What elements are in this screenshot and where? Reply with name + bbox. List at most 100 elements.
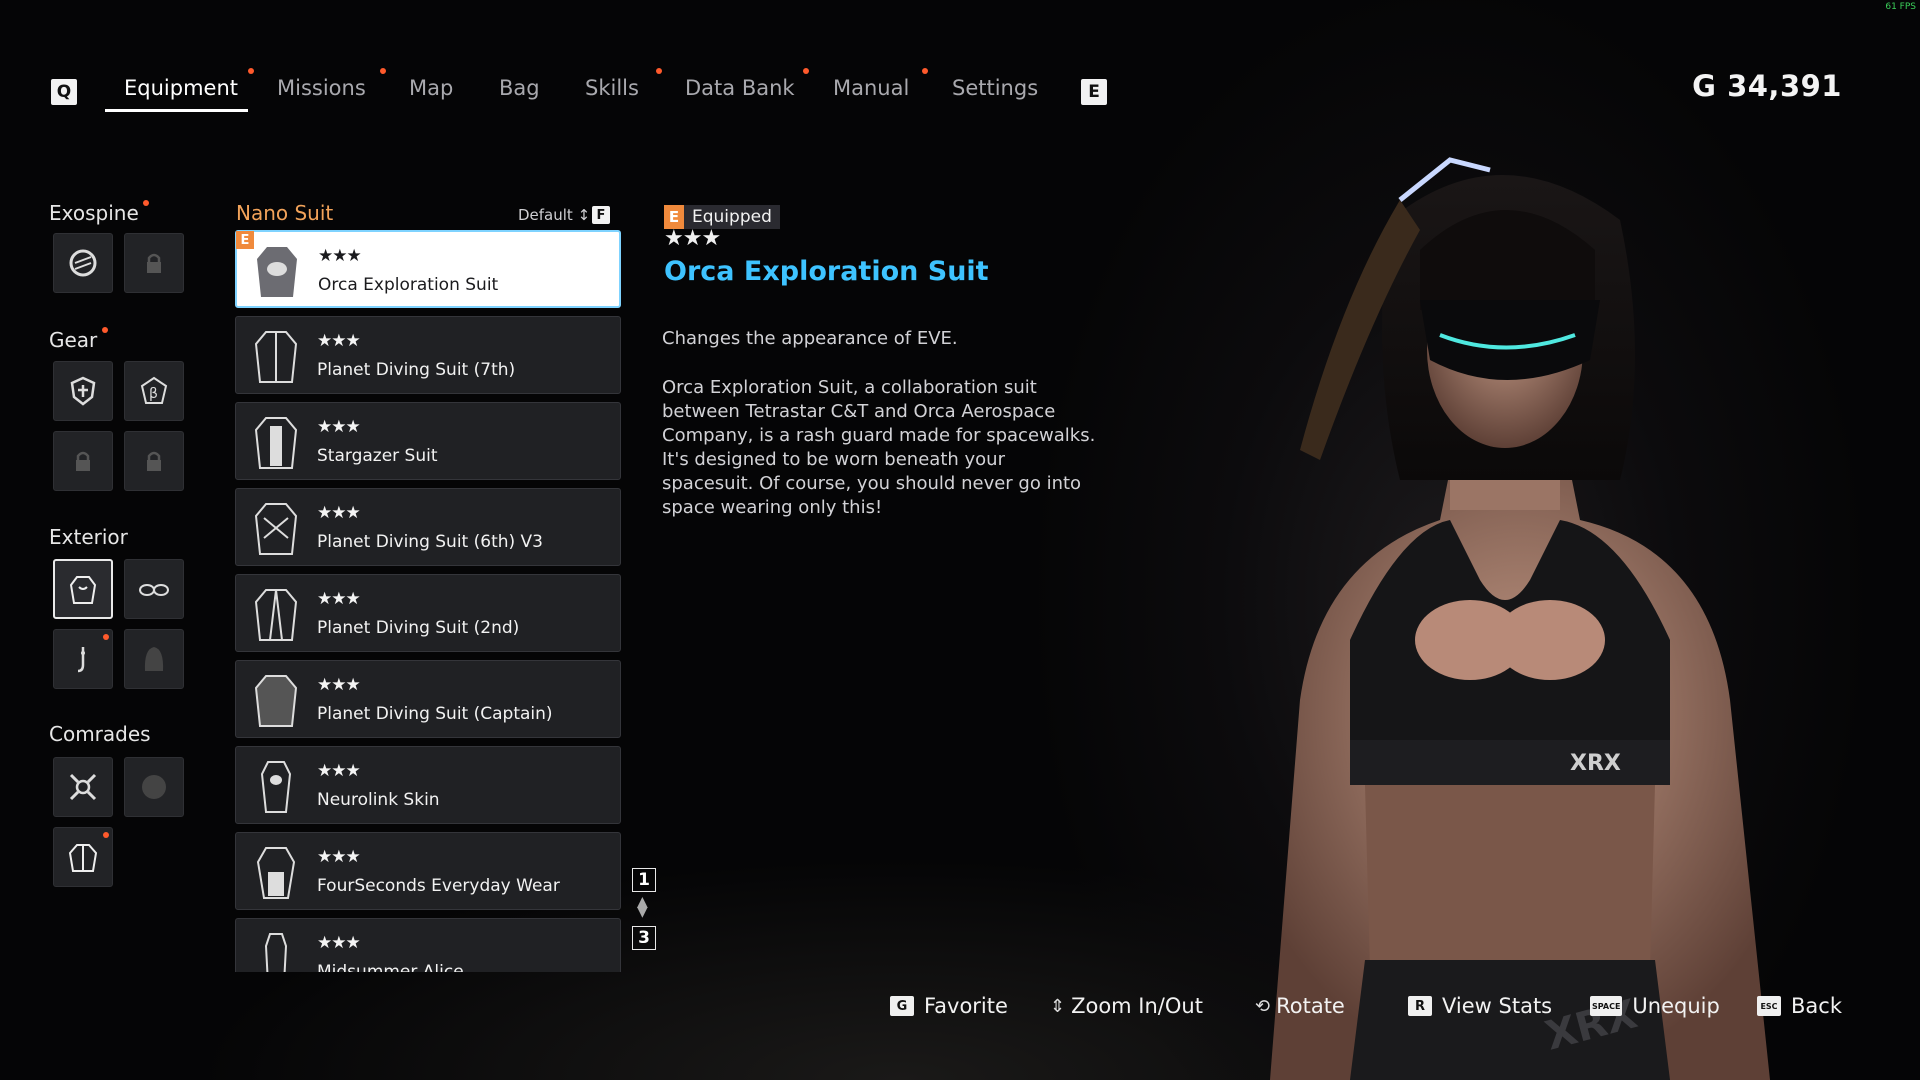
- rarity-stars: ★★★: [317, 503, 361, 523]
- list-title: Nano Suit: [236, 201, 334, 225]
- section-title-exospine: Exospine: [49, 201, 139, 225]
- tab-map[interactable]: Map: [409, 76, 453, 100]
- lock-icon: [76, 451, 90, 471]
- rotate-label: Rotate: [1276, 994, 1345, 1018]
- list-item[interactable]: E ★★★ Orca Exploration Suit: [235, 230, 621, 308]
- fps-counter: 61 FPS: [1885, 2, 1916, 12]
- list-item[interactable]: ★★★ Planet Diving Suit (2nd): [235, 574, 621, 652]
- gear-slot-1[interactable]: [53, 361, 113, 421]
- equipped-label: Equipped: [692, 207, 772, 227]
- zoom-hint[interactable]: ⇕ Zoom In/Out: [1050, 994, 1203, 1018]
- list-item[interactable]: ★★★ Midsummer Alice: [235, 918, 621, 972]
- rarity-stars: ★★★: [318, 246, 362, 266]
- exterior-slot-glasses[interactable]: [124, 559, 184, 619]
- sort-key[interactable]: F: [592, 206, 610, 224]
- list-item[interactable]: ★★★ Stargazer Suit: [235, 402, 621, 480]
- detail-effect: Changes the appearance of EVE.: [662, 328, 958, 349]
- rarity-stars: ★★★: [317, 417, 361, 437]
- zoom-label: Zoom In/Out: [1071, 994, 1203, 1018]
- notification-dot: [103, 832, 109, 838]
- suit-thumbnail-icon: [254, 589, 298, 641]
- tab-manual[interactable]: Manual: [833, 76, 909, 100]
- svg-text:β: β: [149, 386, 158, 402]
- notification-dot: [102, 327, 108, 333]
- tab-equipment[interactable]: Equipment: [124, 76, 238, 100]
- notification-dot: [380, 68, 386, 74]
- list-item[interactable]: ★★★ Planet Diving Suit (6th) V3: [235, 488, 621, 566]
- tab-missions[interactable]: Missions: [277, 76, 366, 100]
- rarity-stars: ★★★: [317, 331, 361, 351]
- suit-name: Midsummer Alice: [317, 962, 464, 972]
- unequip-label: Unequip: [1632, 994, 1720, 1018]
- suit-name: Planet Diving Suit (2nd): [317, 618, 520, 638]
- jacket-icon: [68, 844, 98, 872]
- sort-label: Default: [518, 206, 573, 224]
- currency-display: G 34,391: [1692, 69, 1842, 103]
- page-up-key[interactable]: 1: [632, 868, 656, 892]
- section-title-exterior: Exterior: [49, 525, 128, 549]
- exterior-slot-suit[interactable]: [53, 559, 113, 619]
- tab-settings[interactable]: Settings: [952, 76, 1038, 100]
- scroll-arrows-icon: ▲ ▼: [637, 894, 648, 920]
- tab-data-bank[interactable]: Data Bank: [685, 76, 795, 100]
- tab-skills[interactable]: Skills: [585, 76, 639, 100]
- nano-suit-list[interactable]: E ★★★ Orca Exploration Suit ★★★ Planet D…: [235, 230, 621, 972]
- view-stats-key: R: [1408, 996, 1432, 1016]
- mouse-scroll-icon: ⇕: [1050, 995, 1066, 1017]
- gear-slot-locked: [124, 431, 184, 491]
- rarity-stars: ★★★: [317, 933, 361, 953]
- suit-icon: [69, 576, 97, 604]
- favorite-label: Favorite: [924, 994, 1008, 1018]
- comrade-slot-2[interactable]: [124, 757, 184, 817]
- rotate-hint[interactable]: ⟲ Rotate: [1255, 994, 1345, 1018]
- exospine-icon: [69, 249, 97, 277]
- page-down-key[interactable]: 3: [632, 926, 656, 950]
- favorite-key: G: [890, 996, 914, 1016]
- tab-bag[interactable]: Bag: [499, 76, 540, 100]
- notification-dot: [803, 68, 809, 74]
- comrade-slot-1[interactable]: [53, 757, 113, 817]
- sort-dropdown[interactable]: Default ↕: [518, 206, 590, 224]
- rarity-stars: ★★★: [317, 675, 361, 695]
- lock-icon: [147, 451, 161, 471]
- unequip-hint[interactable]: SPACE Unequip: [1590, 994, 1720, 1018]
- suit-thumbnail-icon: [254, 675, 298, 727]
- exterior-slot-hair[interactable]: [124, 629, 184, 689]
- svg-text:XRX: XRX: [1570, 751, 1621, 776]
- prev-tab-key[interactable]: Q: [51, 79, 77, 105]
- list-item[interactable]: ★★★ Planet Diving Suit (7th): [235, 316, 621, 394]
- next-tab-key[interactable]: E: [1081, 79, 1107, 105]
- suit-thumbnail-icon: [257, 247, 297, 297]
- suit-thumbnail-icon: [264, 933, 288, 972]
- suit-name: Neurolink Skin: [317, 790, 440, 810]
- currency-amount: 34,391: [1727, 69, 1842, 103]
- list-item[interactable]: ★★★ Neurolink Skin: [235, 746, 621, 824]
- notification-dot: [103, 634, 109, 640]
- detail-rarity-stars: ★★★: [664, 226, 721, 251]
- gear-slot-2[interactable]: β: [124, 361, 184, 421]
- space-key: SPACE: [1590, 996, 1623, 1016]
- suit-thumbnail-icon: [254, 331, 298, 383]
- hair-icon: [144, 647, 164, 671]
- list-item[interactable]: ★★★ Planet Diving Suit (Captain): [235, 660, 621, 738]
- mouse-drag-icon: ⟲: [1255, 995, 1271, 1017]
- glasses-icon: [139, 584, 169, 596]
- character-model[interactable]: XRX XRX: [1150, 100, 1900, 1080]
- currency-symbol: G: [1692, 69, 1717, 103]
- esc-key: ESC: [1757, 996, 1781, 1016]
- sort-arrows-icon: ↕: [577, 206, 591, 224]
- gear-slot-locked: [53, 431, 113, 491]
- back-hint[interactable]: ESC Back: [1757, 994, 1842, 1018]
- exospine-slot[interactable]: [53, 233, 113, 293]
- active-tab-underline: [105, 109, 248, 112]
- rarity-stars: ★★★: [317, 761, 361, 781]
- notification-dot: [143, 200, 149, 206]
- exospine-slot-locked: [124, 233, 184, 293]
- list-item[interactable]: ★★★ FourSeconds Everyday Wear: [235, 832, 621, 910]
- favorite-hint[interactable]: G Favorite: [890, 994, 1008, 1018]
- suit-name: Orca Exploration Suit: [318, 275, 499, 295]
- section-title-gear: Gear: [49, 328, 98, 352]
- view-stats-hint[interactable]: R View Stats: [1408, 994, 1552, 1018]
- shield-gear-icon: [70, 376, 96, 406]
- lock-icon: [147, 253, 161, 273]
